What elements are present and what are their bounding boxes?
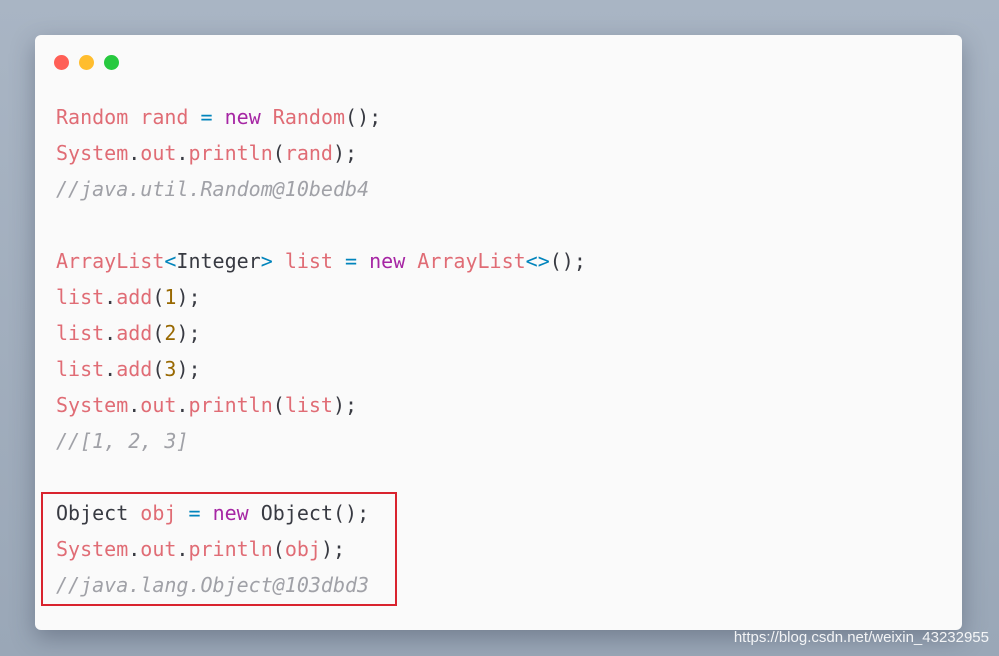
code-token: println <box>188 393 273 417</box>
highlight-box <box>41 492 397 606</box>
code-token: <> <box>525 249 550 273</box>
code-comment-line: //java.util.Random@10bedb4 <box>56 171 586 207</box>
code-token: . <box>176 141 189 165</box>
code-token: ); <box>176 285 201 309</box>
code-token: (); <box>345 105 382 129</box>
code-token: . <box>128 393 141 417</box>
code-token: ( <box>152 321 165 345</box>
code-token: ); <box>176 357 201 381</box>
code-token: println <box>188 141 273 165</box>
code-token: list <box>56 357 105 381</box>
code-token: Random <box>272 105 346 129</box>
code-token: list <box>284 249 333 273</box>
code-token: . <box>104 285 117 309</box>
code-token: add <box>116 357 153 381</box>
code-line: ArrayList<Integer> list = new ArrayList<… <box>56 243 586 279</box>
code-token: add <box>116 321 153 345</box>
code-token: 2 <box>164 321 177 345</box>
code-token: ( <box>272 393 285 417</box>
code-token: list <box>56 321 105 345</box>
close-window-icon[interactable] <box>54 55 69 70</box>
code-token: ); <box>332 393 358 417</box>
code-line: list.add(3); <box>56 351 586 387</box>
traffic-lights <box>54 55 119 70</box>
code-token: add <box>116 285 153 309</box>
watermark: https://blog.csdn.net/weixin_43232955 <box>733 629 989 646</box>
code-token: 1 <box>164 285 177 309</box>
minimize-window-icon[interactable] <box>79 55 94 70</box>
code-token: . <box>176 393 189 417</box>
code-token: ); <box>332 141 358 165</box>
code-token: new <box>369 249 406 273</box>
code-comment-line: //[1, 2, 3] <box>56 423 586 459</box>
zoom-window-icon[interactable] <box>104 55 119 70</box>
code-token: //java.util.Random@10bedb4 <box>56 177 370 201</box>
code-token: Integer <box>176 249 261 273</box>
code-token: list <box>284 393 333 417</box>
code-token: > <box>260 249 273 273</box>
code-token: ( <box>152 357 165 381</box>
code-token: 3 <box>164 357 177 381</box>
code-token: = <box>200 105 213 129</box>
code-token: . <box>128 141 141 165</box>
code-token: out <box>140 393 177 417</box>
code-line: System.out.println(rand); <box>56 135 586 171</box>
code-token: (); <box>549 249 586 273</box>
code-line: list.add(1); <box>56 279 586 315</box>
code-token: System <box>56 393 129 417</box>
code-token: rand <box>140 105 189 129</box>
code-token: . <box>104 357 117 381</box>
code-token: ( <box>152 285 165 309</box>
code-line: System.out.println(list); <box>56 387 586 423</box>
code-token: new <box>224 105 261 129</box>
code-token: . <box>104 321 117 345</box>
code-token: ( <box>272 141 285 165</box>
code-token: ArrayList <box>417 249 526 273</box>
code-line: list.add(2); <box>56 315 586 351</box>
code-token: out <box>140 141 177 165</box>
code-token: = <box>345 249 358 273</box>
code-token: rand <box>284 141 333 165</box>
code-line: Random rand = new Random(); <box>56 99 586 135</box>
code-token: Random <box>56 105 129 129</box>
code-token: list <box>56 285 105 309</box>
code-token: ); <box>176 321 201 345</box>
code-token: System <box>56 141 129 165</box>
code-token: //[1, 2, 3] <box>56 429 189 453</box>
code-window: Random rand = new Random(); System.out.pr… <box>35 35 962 630</box>
code-token: < <box>164 249 177 273</box>
code-token: ArrayList <box>56 249 165 273</box>
